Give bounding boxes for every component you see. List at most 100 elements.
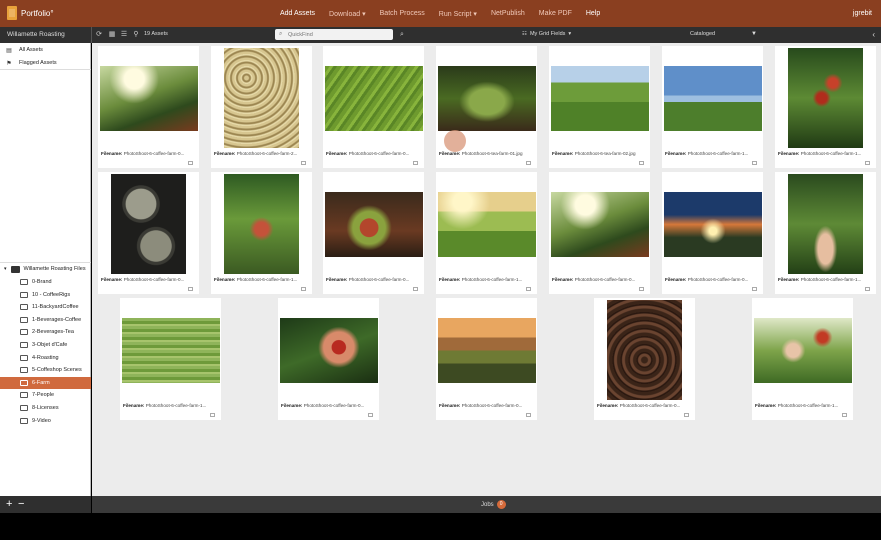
flag-icon[interactable]: [188, 287, 193, 291]
folder-icon: [20, 405, 28, 411]
filename-value: PhotoShoot-6-coffee-farm-0...: [687, 277, 749, 282]
asset-thumbnail[interactable]: [211, 46, 312, 150]
folder-item[interactable]: 1-Beverages-Coffee: [0, 314, 91, 326]
asset-card[interactable]: Filename: PhotoShoot-6-coffee-farm-0...: [98, 46, 199, 168]
asset-thumbnail[interactable]: [98, 172, 199, 276]
catalog-chevron-down-icon[interactable]: ▼: [751, 31, 757, 37]
asset-thumbnail[interactable]: [662, 46, 763, 150]
asset-thumbnail[interactable]: [549, 46, 650, 150]
asset-thumbnail[interactable]: [436, 172, 537, 276]
flag-icon[interactable]: [301, 287, 306, 291]
folder-item[interactable]: 11-BackyardCoffee: [0, 301, 91, 313]
sidebar-item-flagged-assets[interactable]: ⚑ Flagged Assets: [0, 57, 91, 69]
folder-item[interactable]: 4-Roasting: [0, 352, 91, 364]
asset-thumbnail[interactable]: [211, 172, 312, 276]
tree-root-willamette-roasting-files[interactable]: ▾ Willamette Roasting Files: [0, 263, 91, 275]
folder-item[interactable]: 8-Licenses: [0, 402, 91, 414]
asset-card[interactable]: Filename: PhotoShoot-6-coffee-farm-0...: [323, 172, 424, 294]
nav-item-make-pdf[interactable]: Make PDF: [539, 10, 572, 17]
flag-icon[interactable]: [752, 161, 757, 165]
filename-field: Filename: PhotoShoot-6-coffee-farm-0...: [665, 277, 761, 282]
folder-item[interactable]: 5-Coffeshop Scenes: [0, 364, 91, 376]
nav-item-netpublish[interactable]: NetPublish: [491, 10, 525, 17]
asset-card[interactable]: Filename: PhotoShoot-6-coffee-farm-1...: [775, 46, 876, 168]
asset-card[interactable]: Filename: PhotoShoot-6-coffee-farm-1...: [120, 298, 221, 420]
asset-card[interactable]: Filename: PhotoShoot-6-coffee-farm-0...: [594, 298, 695, 420]
list-view-icon[interactable]: ☰: [120, 30, 128, 39]
flag-icon[interactable]: [210, 413, 215, 417]
folder-item[interactable]: 2-Beverages-Tea: [0, 326, 91, 338]
folder-item[interactable]: 6-Farm: [0, 376, 91, 389]
asset-thumbnail[interactable]: [594, 298, 695, 402]
remove-button[interactable]: −: [18, 498, 24, 510]
asset-thumbnail[interactable]: [120, 298, 221, 402]
asset-card[interactable]: Filename: PhotoShoot-6-coffee-farm-0...: [662, 172, 763, 294]
filename-value: PhotoShoot-6-coffee-farm-1...: [800, 277, 862, 282]
asset-thumbnail[interactable]: [323, 172, 424, 276]
asset-thumbnail[interactable]: [775, 46, 876, 150]
quickfind-input[interactable]: [275, 29, 393, 40]
search-options-icon[interactable]: ⌕: [398, 30, 406, 39]
flag-icon[interactable]: [842, 413, 847, 417]
collapse-panel-icon[interactable]: ‹: [872, 30, 875, 39]
flag-icon[interactable]: [188, 161, 193, 165]
flag-icon[interactable]: [684, 413, 689, 417]
flag-icon[interactable]: [526, 161, 531, 165]
asset-card[interactable]: Filename: PhotoShoot-6-coffee-farm-0...: [323, 46, 424, 168]
grid-fields-dropdown[interactable]: ☷ My Grid Fields ▾: [522, 31, 571, 37]
folder-label: 0-Brand: [32, 279, 52, 285]
nav-item-download[interactable]: Download ▾: [329, 10, 366, 18]
flag-icon[interactable]: [639, 287, 644, 291]
app-logo[interactable]: Portfolio°: [7, 6, 54, 20]
collapse-triangle-icon[interactable]: ▾: [4, 266, 7, 272]
asset-thumbnail[interactable]: [278, 298, 379, 402]
asset-card[interactable]: Filename: PhotoShoot-6-coffee-farm-0...: [98, 172, 199, 294]
asset-card[interactable]: Filename: PhotoShoot-6-coffee-farm-1...: [436, 172, 537, 294]
flag-icon[interactable]: [639, 161, 644, 165]
tree-root-label: Willamette Roasting Files: [23, 266, 86, 272]
asset-thumbnail[interactable]: [98, 46, 199, 150]
sidebar-item-all-assets[interactable]: ▤ All Assets: [0, 44, 91, 56]
asset-card[interactable]: Filename: PhotoShoot-6-coffee-farm-1...: [752, 298, 853, 420]
flag-icon[interactable]: [526, 287, 531, 291]
flag-icon[interactable]: [865, 161, 870, 165]
folder-item[interactable]: 3-Objet d'Cafe: [0, 339, 91, 351]
add-button[interactable]: +: [6, 498, 12, 510]
asset-card[interactable]: Filename: PhotoShoot-6-coffee-farm-0...: [436, 298, 537, 420]
user-menu[interactable]: jgrebit: [853, 10, 872, 17]
nav-item-help[interactable]: Help: [586, 10, 600, 17]
map-pin-icon[interactable]: ⚲: [132, 30, 140, 39]
flag-icon[interactable]: [301, 161, 306, 165]
flag-icon[interactable]: [865, 287, 870, 291]
asset-thumbnail[interactable]: [752, 298, 853, 402]
folder-item[interactable]: 10 - CoffeeRigs: [0, 289, 91, 301]
asset-card[interactable]: Filename: PhotoShoot-6-coffee-farm-1...: [662, 46, 763, 168]
asset-card[interactable]: Filename: PhotoShoot-6-tea-farm-02.jpg: [549, 46, 650, 168]
catalog-status[interactable]: Cataloged: [690, 31, 715, 37]
flag-icon[interactable]: [526, 413, 531, 417]
grid-view-icon[interactable]: ▦: [108, 30, 116, 39]
asset-card[interactable]: Filename: PhotoShoot-6-coffee-farm-0...: [549, 172, 650, 294]
asset-thumbnail[interactable]: [775, 172, 876, 276]
refresh-icon[interactable]: ⟳: [95, 30, 103, 39]
asset-thumbnail[interactable]: [549, 172, 650, 276]
asset-card[interactable]: Filename: PhotoShoot-6-coffee-farm-1...: [775, 172, 876, 294]
nav-item-batch-process[interactable]: Batch Process: [380, 10, 425, 17]
filename-label: Filename:: [597, 403, 619, 408]
flag-icon[interactable]: [368, 413, 373, 417]
asset-thumbnail[interactable]: [662, 172, 763, 276]
asset-card[interactable]: Filename: PhotoShoot-6-coffee-farm-0...: [278, 298, 379, 420]
jobs-indicator[interactable]: Jobs 0: [481, 500, 506, 509]
folder-item[interactable]: 7-People: [0, 389, 91, 401]
flag-icon[interactable]: [752, 287, 757, 291]
asset-card[interactable]: Filename: PhotoShoot-6-coffee-farm-2...: [211, 46, 312, 168]
flag-icon[interactable]: [413, 287, 418, 291]
asset-thumbnail[interactable]: [323, 46, 424, 150]
asset-thumbnail[interactable]: [436, 298, 537, 402]
folder-item[interactable]: 9-Video: [0, 415, 91, 427]
folder-item[interactable]: 0-Brand: [0, 276, 91, 288]
flag-icon[interactable]: [413, 161, 418, 165]
nav-item-add-assets[interactable]: Add Assets: [280, 10, 315, 17]
asset-card[interactable]: Filename: PhotoShoot-6-coffee-farm-1...: [211, 172, 312, 294]
nav-item-run-script[interactable]: Run Script ▾: [439, 10, 477, 18]
